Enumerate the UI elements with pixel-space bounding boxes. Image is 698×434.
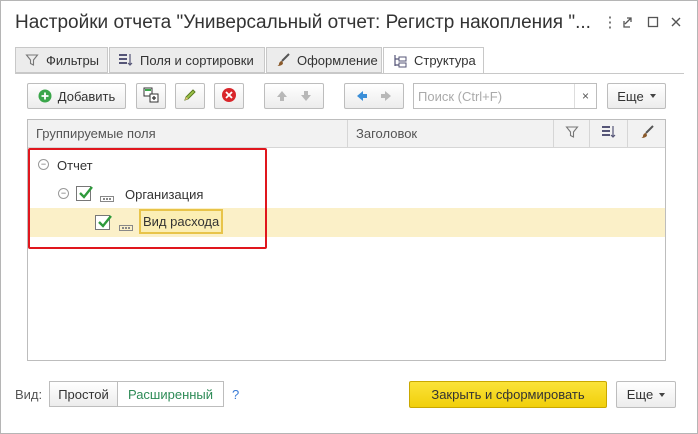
- add-icon: [38, 89, 52, 103]
- copy-group-button[interactable]: [136, 83, 166, 109]
- more-label: Еще: [617, 88, 644, 104]
- column-filter[interactable]: [554, 120, 590, 147]
- grid-header: Группируемые поля Заголовок: [28, 120, 665, 148]
- brush-icon: [275, 52, 291, 68]
- filter-icon: [564, 125, 579, 142]
- tab-fields-sort[interactable]: Поля и сортировки: [109, 47, 265, 73]
- tab-appearance[interactable]: Оформление: [266, 47, 382, 73]
- tab-structure[interactable]: Структура: [383, 47, 484, 74]
- tab-label: Оформление: [297, 52, 378, 68]
- column-title[interactable]: Заголовок: [348, 120, 554, 147]
- search-field[interactable]: Поиск (Ctrl+F) ×: [413, 83, 597, 109]
- tab-label: Структура: [414, 53, 476, 68]
- help-link[interactable]: ?: [232, 387, 239, 402]
- delete-button[interactable]: [214, 83, 244, 109]
- tab-filters[interactable]: Фильтры: [15, 47, 108, 73]
- search-placeholder: Поиск (Ctrl+F): [418, 89, 503, 104]
- bottom-bar: Вид: Простой Расширенный ? Закрыть и сфо…: [15, 381, 685, 409]
- window-title: Настройки отчета "Универсальный отчет: Р…: [15, 12, 591, 33]
- settings-window: Настройки отчета "Универсальный отчет: Р…: [0, 0, 698, 434]
- view-label: Вид:: [15, 387, 43, 402]
- link-icon[interactable]: [618, 11, 640, 33]
- move-left-icon[interactable]: [355, 89, 369, 103]
- more-bottom-button[interactable]: Еще: [616, 381, 676, 408]
- clear-search-icon[interactable]: ×: [574, 84, 596, 108]
- move-right-icon[interactable]: [379, 89, 393, 103]
- view-extended-button[interactable]: Расширенный: [117, 381, 224, 407]
- highlight-box: [28, 148, 267, 249]
- indent-buttons: [344, 83, 404, 109]
- edit-button[interactable]: [175, 83, 205, 109]
- close-and-generate-button[interactable]: Закрыть и сформировать: [409, 381, 607, 408]
- move-up-icon[interactable]: [275, 89, 289, 103]
- chevron-down-icon: [659, 392, 666, 397]
- view-simple-button[interactable]: Простой: [49, 381, 118, 407]
- fields-sort-icon: [601, 124, 617, 143]
- add-button[interactable]: Добавить: [27, 83, 126, 109]
- copy-group-icon: [142, 86, 160, 107]
- filter-icon: [24, 52, 40, 68]
- add-button-label: Добавить: [57, 88, 116, 104]
- maximize-icon[interactable]: [642, 11, 664, 33]
- delete-icon: [221, 87, 237, 106]
- brush-icon: [639, 124, 655, 143]
- fields-sort-icon: [118, 52, 134, 68]
- move-down-icon[interactable]: [299, 89, 313, 103]
- toolbar: Добавить Поиск (Ctrl+F) × Еще: [27, 83, 667, 111]
- column-grouped-fields[interactable]: Группируемые поля: [28, 120, 348, 147]
- more-label: Еще: [626, 387, 654, 402]
- close-icon[interactable]: [665, 11, 687, 33]
- column-appearance[interactable]: [628, 120, 665, 147]
- tab-label: Поля и сортировки: [140, 52, 254, 68]
- pencil-icon: [182, 87, 198, 106]
- column-fields-sort[interactable]: [590, 120, 628, 147]
- structure-icon: [392, 53, 408, 69]
- move-buttons: [264, 83, 324, 109]
- title-bar: Настройки отчета "Универсальный отчет: Р…: [1, 1, 697, 45]
- chevron-down-icon: [649, 94, 656, 98]
- tab-label: Фильтры: [46, 52, 100, 68]
- more-button[interactable]: Еще: [607, 83, 666, 109]
